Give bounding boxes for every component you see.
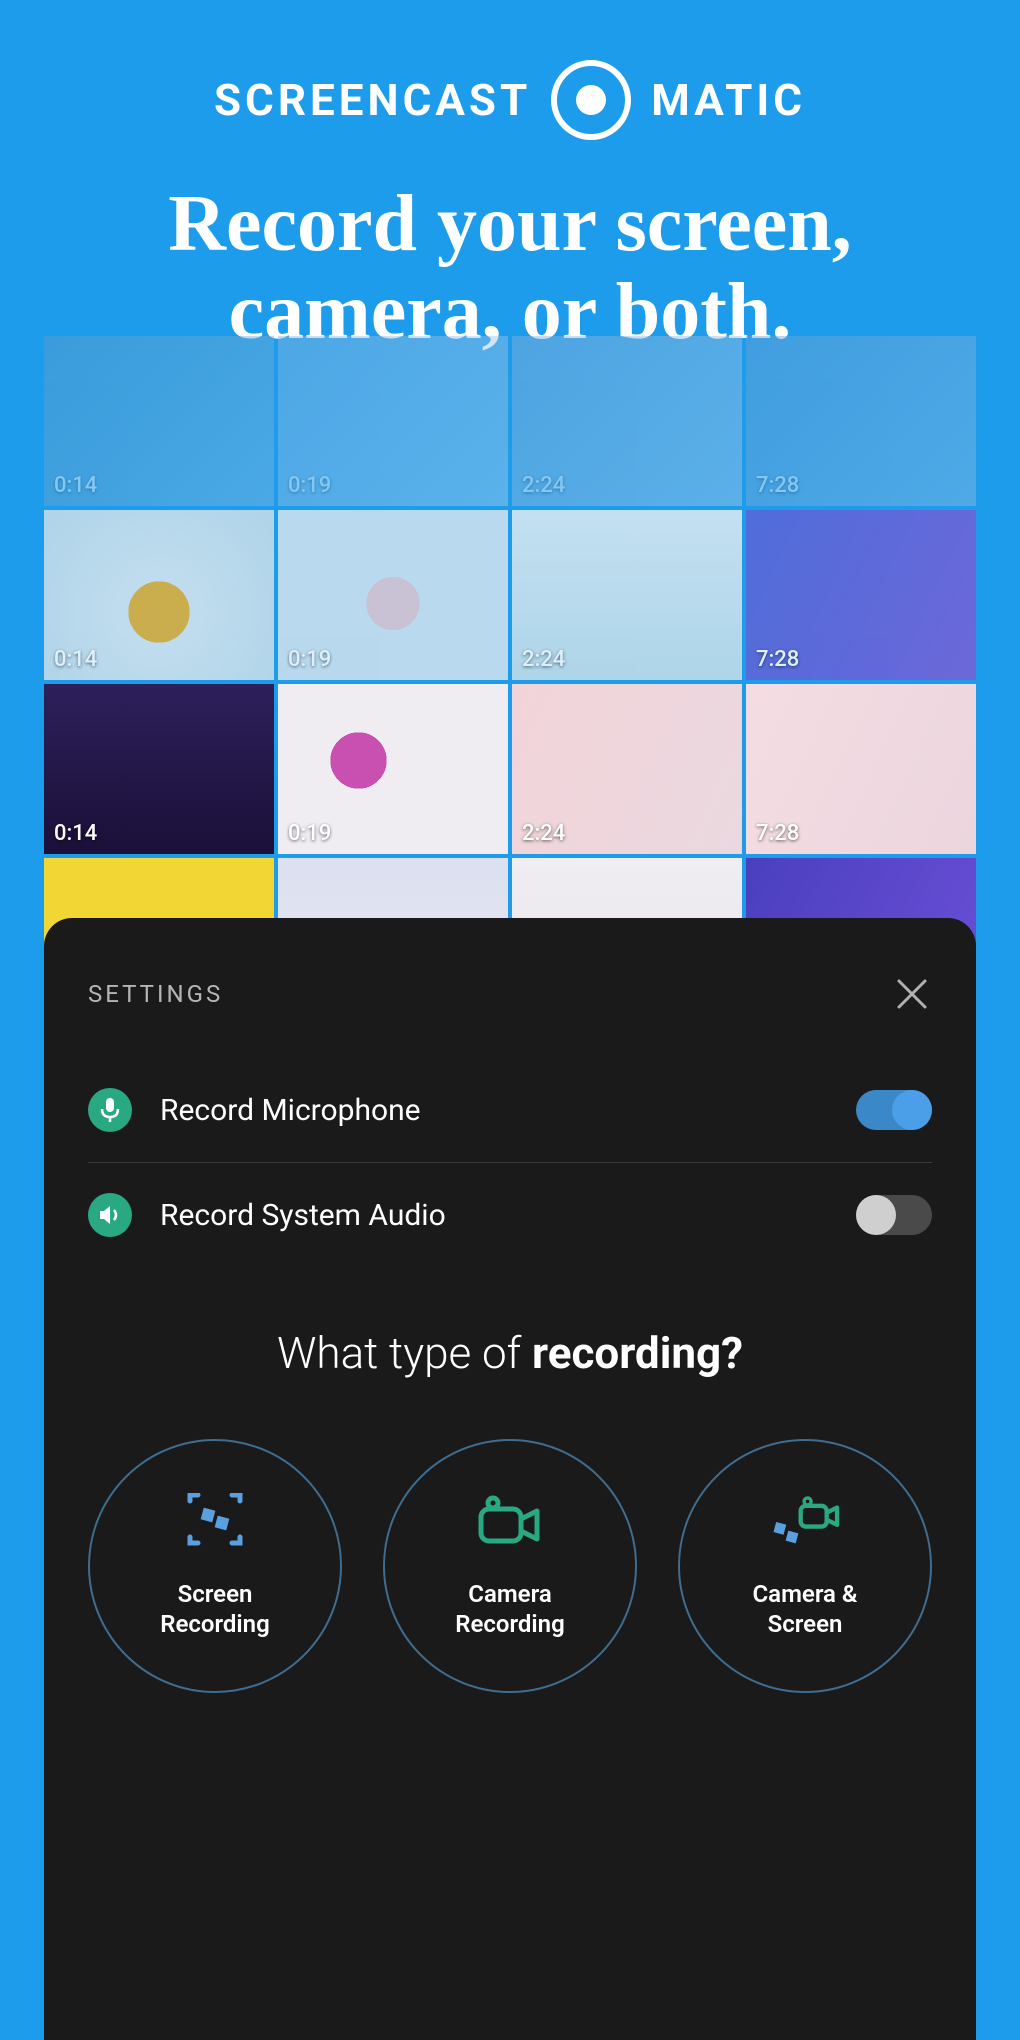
video-duration: 0:14 (54, 647, 97, 672)
brand-logo: SCREENCAST MATIC (0, 60, 1020, 140)
video-tile[interactable]: 0:14 (44, 336, 274, 506)
recording-option-label: CameraRecording (455, 1579, 564, 1639)
video-tile[interactable]: 2:24 (512, 336, 742, 506)
close-icon (895, 977, 929, 1011)
video-tile[interactable]: 0:14 (44, 684, 274, 854)
video-tile[interactable]: 0:19 (278, 336, 508, 506)
video-duration: 0:14 (54, 473, 97, 498)
recording-option[interactable]: Camera &Screen (678, 1439, 932, 1693)
video-tile[interactable]: 7:28 (746, 684, 976, 854)
headline-line1: Record your screen, (0, 180, 1020, 268)
video-duration: 7:28 (756, 473, 799, 498)
logo-text-right: MATIC (651, 74, 806, 126)
setting-toggle[interactable] (856, 1090, 932, 1130)
setting-label: Record System Audio (160, 1198, 828, 1233)
speaker-icon (88, 1193, 132, 1237)
video-tile[interactable]: 7:28 (746, 510, 976, 680)
video-duration: 0:19 (288, 647, 331, 672)
setting-row: Record System Audio (88, 1163, 932, 1267)
logo-circle-icon (551, 60, 631, 140)
recording-options: ScreenRecording CameraRecording Camera &… (88, 1439, 932, 1693)
video-duration: 2:24 (522, 821, 565, 846)
headline: Record your screen, camera, or both. (0, 180, 1020, 356)
recording-option[interactable]: CameraRecording (383, 1439, 637, 1693)
video-duration: 7:28 (756, 821, 799, 846)
video-duration: 0:19 (288, 821, 331, 846)
settings-title: SETTINGS (88, 980, 223, 1008)
video-tile[interactable]: 0:19 (278, 510, 508, 680)
video-tile[interactable]: 0:14 (44, 510, 274, 680)
video-tile[interactable]: 0:19 (278, 684, 508, 854)
recording-question: What type of recording? (88, 1327, 932, 1379)
logo-text-left: SCREENCAST (214, 74, 531, 126)
video-tile[interactable]: 2:24 (512, 684, 742, 854)
video-tile[interactable]: 2:24 (512, 510, 742, 680)
screen-icon (176, 1493, 254, 1555)
video-duration: 0:19 (288, 473, 331, 498)
recording-option-label: Camera &Screen (752, 1579, 857, 1639)
recording-option[interactable]: ScreenRecording (88, 1439, 342, 1693)
video-tile[interactable]: 7:28 (746, 336, 976, 506)
camera-icon (471, 1493, 549, 1555)
video-duration: 2:24 (522, 647, 565, 672)
close-button[interactable] (892, 974, 932, 1014)
video-duration: 2:24 (522, 473, 565, 498)
microphone-icon (88, 1088, 132, 1132)
recording-option-label: ScreenRecording (160, 1579, 269, 1639)
video-duration: 0:14 (54, 821, 97, 846)
setting-toggle[interactable] (856, 1195, 932, 1235)
camera-screen-icon (766, 1493, 844, 1555)
settings-panel: SETTINGS Record Microphone Record System… (44, 918, 976, 2040)
setting-label: Record Microphone (160, 1093, 828, 1128)
video-duration: 7:28 (756, 647, 799, 672)
setting-row: Record Microphone (88, 1058, 932, 1162)
marketing-header: SCREENCAST MATIC Record your screen, cam… (0, 0, 1020, 356)
